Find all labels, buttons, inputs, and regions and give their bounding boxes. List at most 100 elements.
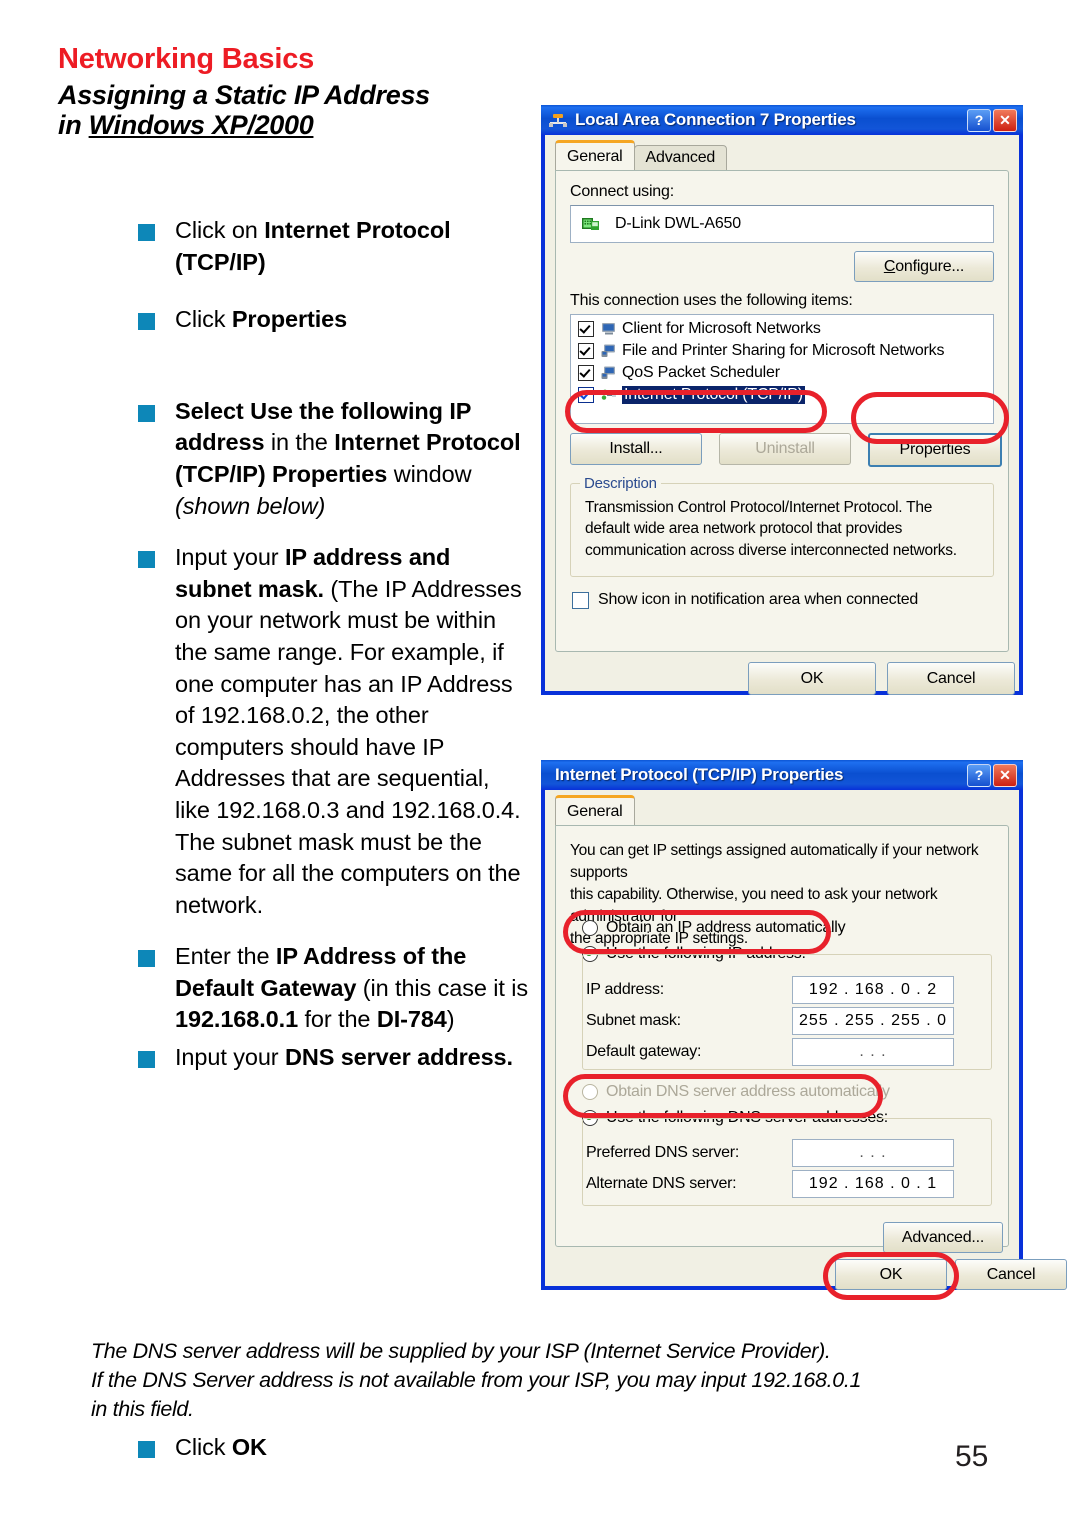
- dialog-titlebar[interactable]: Internet Protocol (TCP/IP) Properties ? …: [541, 760, 1023, 790]
- page-title-line2-underlined: Windows XP/2000: [88, 110, 314, 141]
- uninstall-button: Uninstall: [719, 433, 851, 465]
- instruction-text: Input your IP address and subnet mask. (…: [175, 542, 530, 921]
- preferred-dns-input[interactable]: . . .: [792, 1139, 954, 1167]
- page-heading-block: Networking Basics Assigning a Static IP …: [58, 43, 538, 140]
- network-items-listbox[interactable]: Client for Microsoft Networks File and P…: [570, 314, 994, 424]
- close-button[interactable]: ✕: [993, 108, 1017, 132]
- list-item-label: Client for Microsoft Networks: [622, 320, 821, 337]
- text-run: in the: [264, 429, 335, 456]
- preferred-dns-label: Preferred DNS server:: [586, 1144, 740, 1161]
- cancel-button[interactable]: Cancel: [955, 1259, 1067, 1290]
- advanced-button-label: Advanced...: [901, 1228, 985, 1246]
- text-run: (The IP Addresses on your network must b…: [175, 575, 522, 918]
- footnote-line2: If the DNS Server address is not availab…: [91, 1368, 862, 1393]
- ok-button[interactable]: OK: [748, 662, 876, 695]
- text-run-bold: DI-784: [376, 1006, 447, 1033]
- dialog-titlebar[interactable]: Local Area Connection 7 Properties ? ✕: [541, 105, 1023, 135]
- help-button[interactable]: ?: [967, 763, 991, 787]
- instruction-text: Select Use the following IP address in t…: [175, 396, 530, 522]
- default-gateway-input[interactable]: . . .: [792, 1038, 954, 1066]
- ok-button[interactable]: OK: [835, 1259, 947, 1290]
- file-sharing-icon: [601, 344, 617, 358]
- protocol-icon: [601, 388, 617, 402]
- titlebar-buttons: ? ✕: [967, 108, 1017, 132]
- connect-using-label: Connect using:: [570, 183, 674, 200]
- tab-strip: General: [555, 795, 635, 825]
- show-icon-checkbox-row[interactable]: Show icon in notification area when conn…: [572, 591, 918, 609]
- text-run-bold: OK: [231, 1434, 267, 1460]
- instruction-text: Enter the IP Address of the Default Gate…: [175, 941, 530, 1036]
- radio-obtain-ip-automatically[interactable]: Obtain an IP address automatically: [582, 919, 846, 937]
- text-run: Enter the: [175, 943, 276, 970]
- list-item-label: QoS Packet Scheduler: [622, 364, 780, 381]
- network-adapter-icon: [581, 216, 601, 232]
- text-run-italic: (shown below): [175, 492, 326, 519]
- text-run: Click on: [175, 217, 265, 243]
- subnet-mask-label: Subnet mask:: [586, 1012, 681, 1029]
- radio-obtain-dns-automatically: Obtain DNS server address automatically: [582, 1083, 890, 1101]
- page-title: Assigning a Static IP Address in Windows…: [58, 80, 538, 140]
- checkbox-icon[interactable]: [578, 387, 594, 403]
- titlebar-buttons: ? ✕: [967, 763, 1017, 787]
- page-title-line2-prefix: in: [58, 110, 89, 141]
- tab-strip: General Advanced: [555, 140, 728, 170]
- bullet-square-icon: [138, 551, 155, 569]
- tab-general[interactable]: General: [555, 795, 635, 825]
- internet-protocol-properties-dialog[interactable]: Internet Protocol (TCP/IP) Properties ? …: [541, 760, 1067, 1300]
- ok-button-label: OK: [800, 669, 824, 687]
- list-item-client[interactable]: Client for Microsoft Networks: [571, 318, 993, 340]
- ip-address-input[interactable]: 192 . 168 . 0 . 2: [792, 976, 954, 1004]
- page-number: 55: [955, 1440, 989, 1473]
- window-border-bottom: [541, 1286, 1023, 1290]
- radio-icon: [582, 1084, 598, 1100]
- close-button[interactable]: ✕: [993, 763, 1017, 787]
- checkbox-icon[interactable]: [572, 591, 589, 609]
- configure-button-label: Configure...: [883, 257, 965, 275]
- advanced-button[interactable]: Advanced...: [883, 1222, 1003, 1253]
- description-title: Description: [580, 475, 661, 492]
- bullet-square-icon: [138, 313, 155, 331]
- properties-button[interactable]: Properties: [868, 433, 1002, 467]
- page-title-line1: Assigning a Static IP Address: [58, 79, 430, 110]
- items-label: This connection uses the following items…: [570, 292, 853, 309]
- list-item: Input your IP address and subnet mask. (…: [138, 542, 530, 921]
- checkbox-icon[interactable]: [578, 343, 594, 359]
- dialog-title: Internet Protocol (TCP/IP) Properties: [555, 765, 844, 784]
- list-item: Select Use the following IP address in t…: [138, 396, 530, 522]
- alternate-dns-label: Alternate DNS server:: [586, 1175, 737, 1192]
- local-area-connection-properties-dialog[interactable]: Local Area Connection 7 Properties ? ✕ G…: [541, 105, 1023, 695]
- instruction-list: Click on Internet Protocol (TCP/IP) Clic…: [138, 215, 530, 1074]
- ok-button-label: OK: [879, 1265, 903, 1283]
- bullet-square-icon: [138, 224, 155, 241]
- configure-button[interactable]: Configure...: [854, 251, 994, 282]
- list-item-internet-protocol[interactable]: Internet Protocol (TCP/IP): [571, 384, 993, 406]
- radio-icon[interactable]: [582, 920, 598, 936]
- text-run-bold: Properties: [231, 306, 348, 333]
- text-run: (in this case it is: [356, 974, 529, 1001]
- intro-line1: You can get IP settings assigned automat…: [570, 842, 979, 881]
- description-text: Transmission Control Protocol/Internet P…: [585, 499, 957, 559]
- help-button[interactable]: ?: [967, 108, 991, 132]
- text-run-bold: 192.168.0.1: [175, 1006, 299, 1033]
- text-run-bold: DNS server address.: [284, 1044, 513, 1071]
- checkbox-icon[interactable]: [578, 365, 594, 381]
- dialog-title: Local Area Connection 7 Properties: [575, 110, 856, 129]
- instruction-text: Input your DNS server address.: [175, 1042, 530, 1074]
- list-item-qos-scheduler[interactable]: QoS Packet Scheduler: [571, 362, 993, 384]
- list-item-file-printer-sharing[interactable]: File and Printer Sharing for Microsoft N…: [571, 340, 993, 362]
- bullet-square-icon: [138, 404, 155, 422]
- uninstall-button-label: Uninstall: [755, 440, 815, 457]
- install-button[interactable]: Install...: [570, 433, 702, 465]
- alternate-dns-input[interactable]: 192 . 168 . 0 . 1: [792, 1170, 954, 1198]
- list-item: Input your DNS server address.: [138, 1042, 530, 1074]
- checkbox-icon[interactable]: [578, 321, 594, 337]
- tab-advanced[interactable]: Advanced: [633, 145, 728, 170]
- adapter-field[interactable]: D-Link DWL-A650: [570, 205, 994, 243]
- cancel-button-label: Cancel: [926, 669, 976, 687]
- cancel-button[interactable]: Cancel: [887, 662, 1015, 695]
- dialog-body: General Advanced Connect using: D-Link D…: [545, 135, 1019, 695]
- footnote: The DNS server address will be supplied …: [91, 1337, 1001, 1425]
- tab-general[interactable]: General: [555, 140, 635, 170]
- subnet-mask-input[interactable]: 255 . 255 . 255 . 0: [792, 1007, 954, 1035]
- footnote-line1: The DNS server address will be supplied …: [91, 1339, 831, 1363]
